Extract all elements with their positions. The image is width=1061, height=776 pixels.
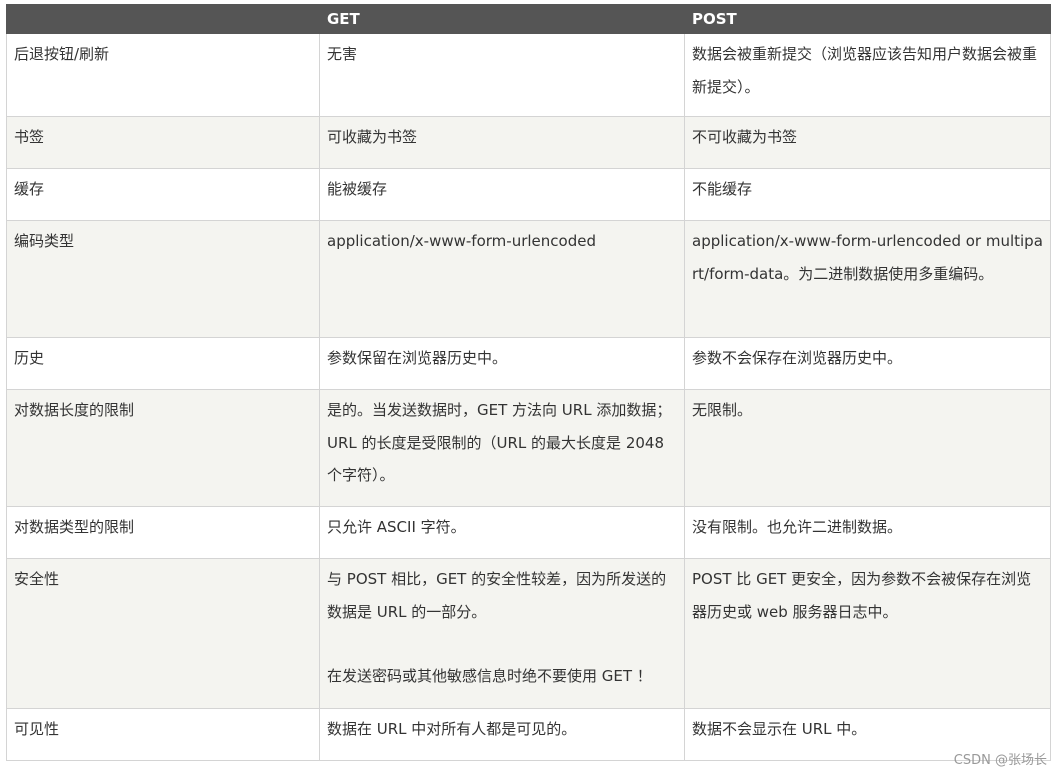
- header-empty-cell: [6, 4, 320, 34]
- post-cell: 没有限制。也允许二进制数据。: [684, 506, 1051, 559]
- post-cell: 无限制。: [684, 389, 1051, 507]
- get-post-comparison-table: GET POST 后退按钮/刷新 无害 数据会被重新提交（浏览器应该告知用户数据…: [6, 4, 1051, 761]
- row-label: 缓存: [6, 168, 320, 221]
- header-get: GET: [319, 4, 685, 34]
- get-cell: 参数保留在浏览器历史中。: [319, 337, 685, 390]
- table-row: 安全性 与 POST 相比，GET 的安全性较差，因为所发送的数据是 URL 的…: [6, 558, 1051, 709]
- table-row: 对数据类型的限制 只允许 ASCII 字符。 没有限制。也允许二进制数据。: [6, 506, 1051, 559]
- post-cell: POST 比 GET 更安全，因为参数不会被保存在浏览器历史或 web 服务器日…: [684, 558, 1051, 709]
- get-cell: 是的。当发送数据时，GET 方法向 URL 添加数据；URL 的长度是受限制的（…: [319, 389, 685, 507]
- row-label: 书签: [6, 116, 320, 169]
- row-label: 安全性: [6, 558, 320, 709]
- table-row: 编码类型 application/x-www-form-urlencoded a…: [6, 220, 1051, 338]
- row-label: 后退按钮/刷新: [6, 33, 320, 117]
- row-label: 历史: [6, 337, 320, 390]
- csdn-watermark: CSDN @张场长: [953, 753, 1047, 768]
- row-label: 编码类型: [6, 220, 320, 338]
- get-cell: 只允许 ASCII 字符。: [319, 506, 685, 559]
- get-cell: 可收藏为书签: [319, 116, 685, 169]
- header-post: POST: [684, 4, 1051, 34]
- post-cell: application/x-www-form-urlencoded or mul…: [684, 220, 1051, 338]
- table-row: 缓存 能被缓存 不能缓存: [6, 168, 1051, 221]
- row-label: 对数据类型的限制: [6, 506, 320, 559]
- table-row: 可见性 数据在 URL 中对所有人都是可见的。 数据不会显示在 URL 中。: [6, 708, 1051, 761]
- table-header-row: GET POST: [6, 4, 1051, 34]
- row-label: 对数据长度的限制: [6, 389, 320, 507]
- table-row: 后退按钮/刷新 无害 数据会被重新提交（浏览器应该告知用户数据会被重新提交）。: [6, 33, 1051, 117]
- row-label: 可见性: [6, 708, 320, 761]
- post-cell: 不能缓存: [684, 168, 1051, 221]
- get-cell: 与 POST 相比，GET 的安全性较差，因为所发送的数据是 URL 的一部分。…: [319, 558, 685, 709]
- post-cell: 参数不会保存在浏览器历史中。: [684, 337, 1051, 390]
- post-cell: 不可收藏为书签: [684, 116, 1051, 169]
- table-row: 书签 可收藏为书签 不可收藏为书签: [6, 116, 1051, 169]
- post-cell: 数据会被重新提交（浏览器应该告知用户数据会被重新提交）。: [684, 33, 1051, 117]
- table-row: 历史 参数保留在浏览器历史中。 参数不会保存在浏览器历史中。: [6, 337, 1051, 390]
- table-row: 对数据长度的限制 是的。当发送数据时，GET 方法向 URL 添加数据；URL …: [6, 389, 1051, 507]
- get-cell: 能被缓存: [319, 168, 685, 221]
- get-cell: 数据在 URL 中对所有人都是可见的。: [319, 708, 685, 761]
- get-cell: application/x-www-form-urlencoded: [319, 220, 685, 338]
- get-cell: 无害: [319, 33, 685, 117]
